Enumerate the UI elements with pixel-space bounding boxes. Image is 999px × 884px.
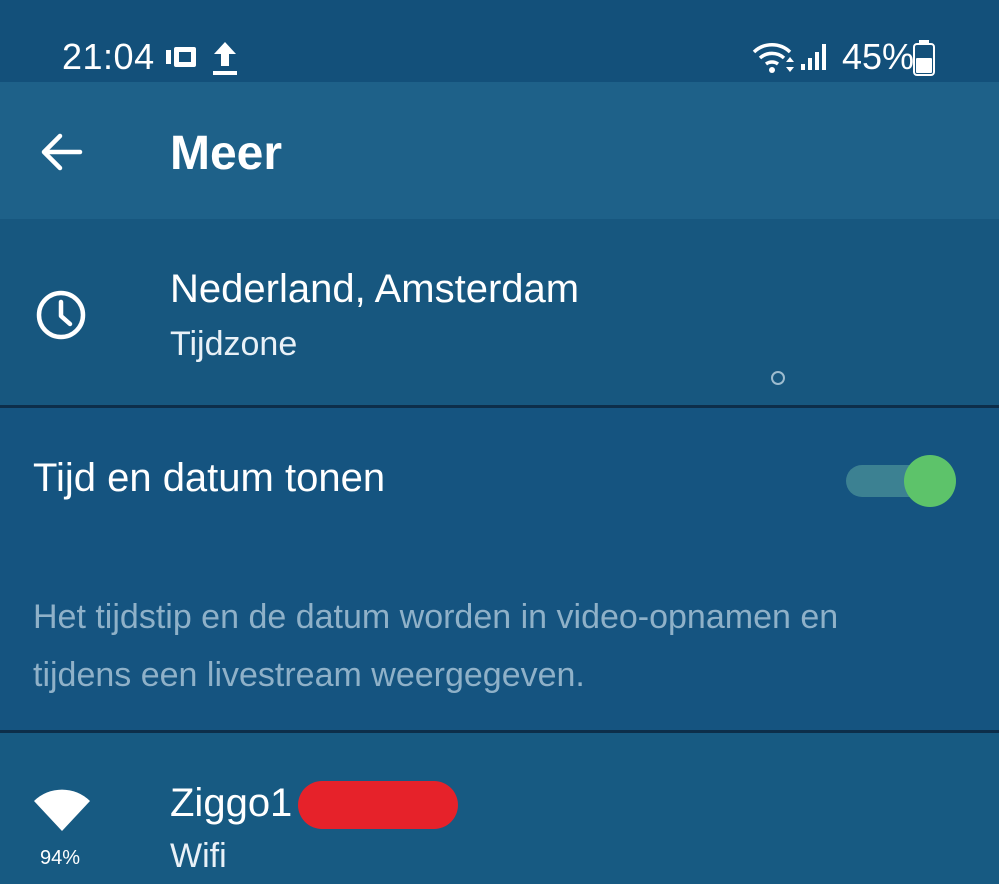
wifi-network-name: Ziggo1 — [170, 781, 293, 825]
arrow-left-icon[interactable] — [38, 132, 84, 172]
time-date-toggle[interactable] — [846, 452, 958, 508]
redaction-mark — [298, 781, 458, 829]
toggle-thumb — [904, 455, 956, 507]
battery-percent: 45% — [842, 36, 915, 77]
timezone-row[interactable]: Nederland, Amsterdam Tijdzone — [0, 219, 999, 405]
time-date-description: Het tijdstip en de datum worden in video… — [33, 598, 839, 694]
upload-icon — [210, 40, 240, 81]
clock-icon — [35, 289, 87, 346]
timezone-label: Tijdzone — [170, 325, 298, 363]
wifi-signal-icon — [752, 40, 796, 79]
cellular-signal-icon — [800, 42, 830, 77]
app-bar: Meer — [0, 82, 999, 219]
touch-indicator — [771, 371, 785, 385]
page-title: Meer — [170, 127, 283, 180]
time-date-setting-row: Tijd en datum tonen Het tijdstip en de d… — [0, 408, 999, 730]
wifi-row[interactable]: 94% Ziggo1 Wifi — [0, 733, 999, 884]
battery-icon — [912, 40, 936, 81]
status-bar: 21:04 45% — [0, 0, 999, 82]
wifi-icon — [33, 789, 91, 838]
wifi-label: Wifi — [170, 837, 227, 875]
status-time: 21:04 — [62, 36, 155, 77]
wifi-signal-percent: 94% — [40, 847, 81, 869]
screen-record-icon — [166, 44, 198, 75]
timezone-value: Nederland, Amsterdam — [170, 267, 580, 311]
time-date-label: Tijd en datum tonen — [33, 456, 386, 500]
